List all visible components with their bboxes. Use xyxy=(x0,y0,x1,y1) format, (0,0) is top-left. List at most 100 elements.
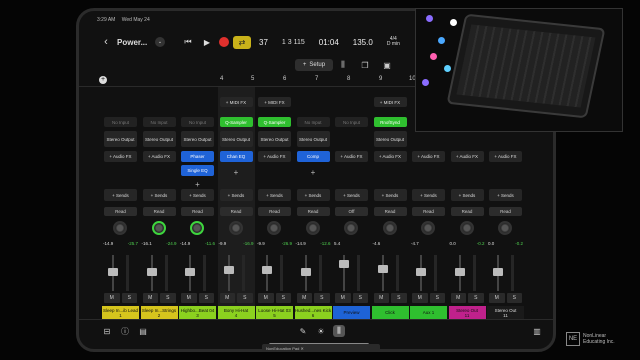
channel-name[interactable]: Aux 1 xyxy=(410,306,447,319)
solo-button[interactable]: S xyxy=(237,293,253,303)
instrument-slot[interactable]: RnofSynd xyxy=(373,117,407,127)
volume-fader[interactable] xyxy=(220,253,253,293)
add-fx-icon[interactable]: + xyxy=(181,179,214,189)
channel-name[interactable]: Preview xyxy=(333,306,370,319)
channel-strip[interactable]: No Input Stereo Output + Audio FX + Sends Re… xyxy=(102,87,139,319)
pan-knob[interactable] xyxy=(190,221,204,235)
fader-cap[interactable] xyxy=(262,266,272,275)
automation-mode[interactable]: Off xyxy=(335,207,368,216)
instrument-slot[interactable]: No Input xyxy=(104,117,137,127)
automation-mode[interactable]: Read xyxy=(412,207,445,216)
sends-button[interactable]: + Sends xyxy=(373,189,407,201)
piano-icon[interactable]: ▥ xyxy=(531,325,543,337)
channel-name[interactable]: Sleep In...ib Lead 1 xyxy=(102,306,139,319)
chevron-down-icon[interactable]: ⌄ xyxy=(155,37,165,47)
mixer-icon[interactable]: ⫼ xyxy=(333,325,345,337)
pan-knob[interactable] xyxy=(382,221,397,235)
automation-mode[interactable]: Read xyxy=(258,207,291,216)
channel-name[interactable]: Sleep In...Strings 2 xyxy=(140,306,178,319)
channel-strip[interactable]: No Input Stereo Output Comp + + Sends Read -14… xyxy=(294,87,332,319)
solo-button[interactable]: S xyxy=(391,293,407,303)
volume-fader[interactable] xyxy=(181,253,214,293)
volume-fader[interactable] xyxy=(374,253,407,293)
mute-button[interactable]: M xyxy=(450,293,466,303)
channel-strip[interactable]: + MIDI FX Q-Sampler Stereo Output Chan EQ + +… xyxy=(217,87,255,319)
channel-name[interactable]: Bony Hi-Hat 4 xyxy=(217,306,255,319)
fader-cap[interactable] xyxy=(146,268,157,277)
audio-fx-slot[interactable]: + Audio FX xyxy=(373,151,407,162)
channel-name[interactable]: Highbo...Beat 04 3 xyxy=(179,306,216,319)
pan-knob[interactable] xyxy=(228,221,243,235)
pan-knob[interactable] xyxy=(344,221,358,235)
automation-mode[interactable]: Read xyxy=(104,207,137,216)
setup-button[interactable]: + Setup xyxy=(295,59,333,71)
sends-button[interactable]: + Sends xyxy=(489,189,522,201)
instrument-slot[interactable]: No Input xyxy=(296,117,330,127)
output-slot[interactable]: Stereo Output xyxy=(373,131,407,147)
sends-button[interactable]: + Sends xyxy=(258,189,291,201)
pan-knob[interactable] xyxy=(267,221,281,235)
pan-knob[interactable] xyxy=(459,221,474,235)
browser-icon[interactable]: ▤ xyxy=(137,325,149,337)
automation-mode[interactable]: Read xyxy=(450,207,484,216)
solo-button[interactable]: S xyxy=(352,293,368,303)
pan-knob[interactable] xyxy=(421,221,435,235)
pan-knob[interactable] xyxy=(498,221,512,235)
add-fx-icon[interactable]: + xyxy=(220,167,253,177)
sends-button[interactable]: + Sends xyxy=(104,189,137,201)
volume-fader[interactable] xyxy=(489,253,522,293)
audio-fx-slot[interactable]: + Audio FX xyxy=(335,151,368,162)
output-slot[interactable]: Stereo Output xyxy=(181,131,214,147)
volume-fader[interactable] xyxy=(451,253,484,293)
channel-strip[interactable]: + MIDI FX RnofSynd Stereo Output + Audio FX… xyxy=(371,87,409,319)
cycle-icon[interactable]: ⇄ xyxy=(233,36,251,49)
volume-fader[interactable] xyxy=(143,253,176,293)
mute-button[interactable]: M xyxy=(219,293,235,303)
solo-button[interactable]: S xyxy=(121,293,137,303)
volume-fader[interactable] xyxy=(335,253,368,293)
instrument-slot[interactable]: No Input xyxy=(335,117,368,127)
fader-cap[interactable] xyxy=(300,267,311,276)
automation-mode[interactable]: Read xyxy=(181,207,214,216)
output-slot[interactable]: Stereo Output xyxy=(104,131,137,147)
pan-knob[interactable] xyxy=(305,221,320,235)
automation-mode[interactable]: Read xyxy=(373,207,407,216)
pencil-icon[interactable]: ✎ xyxy=(297,325,309,337)
sends-button[interactable]: + Sends xyxy=(412,189,445,201)
audio-fx-slot[interactable]: + Audio FX xyxy=(450,151,484,162)
solo-button[interactable]: S xyxy=(275,293,291,303)
fader-cap[interactable] xyxy=(377,264,388,273)
mute-button[interactable]: M xyxy=(142,293,158,303)
output-slot[interactable]: Stereo Output xyxy=(296,131,330,147)
audio-fx-slot[interactable]: + Audio FX xyxy=(489,151,522,162)
solo-button[interactable]: S xyxy=(160,293,176,303)
fader-cap[interactable] xyxy=(493,267,503,276)
solo-button[interactable]: S xyxy=(314,293,330,303)
mute-button[interactable]: M xyxy=(104,293,120,303)
mute-button[interactable]: M xyxy=(489,293,505,303)
midi-fx-slot[interactable]: + MIDI FX xyxy=(219,97,253,107)
sends-button[interactable]: + Sends xyxy=(335,189,368,201)
channel-strip[interactable]: + MIDI FX Q-Sampler Stereo Output + Audio F… xyxy=(256,87,293,319)
record-icon[interactable] xyxy=(219,37,229,47)
mute-button[interactable]: M xyxy=(181,293,197,303)
volume-fader[interactable] xyxy=(412,253,445,293)
automation-mode[interactable]: Read xyxy=(142,207,176,216)
sends-button[interactable]: + Sends xyxy=(181,189,214,201)
sends-button[interactable]: + Sends xyxy=(296,189,330,201)
audio-fx-slot[interactable]: + Audio FX xyxy=(258,151,291,162)
output-slot[interactable]: Stereo Output xyxy=(219,131,253,147)
play-icon[interactable]: ▶ xyxy=(201,34,213,50)
solo-button[interactable]: S xyxy=(506,293,522,303)
audio-fx-slot-2[interactable]: Single EQ xyxy=(181,165,214,176)
channel-name[interactable]: Hushed...nes Kick 6 xyxy=(294,306,332,319)
pan-knob[interactable] xyxy=(113,221,127,235)
channel-strip[interactable]: No Input Stereo Output Phaser Single EQ + + S… xyxy=(179,87,216,319)
mute-button[interactable]: M xyxy=(296,293,312,303)
add-track-icon[interactable]: + xyxy=(99,76,107,84)
instrument-slot[interactable]: No Input xyxy=(142,117,176,127)
automation-mode[interactable]: Read xyxy=(489,207,522,216)
solo-button[interactable]: S xyxy=(198,293,214,303)
mute-button[interactable]: M xyxy=(412,293,428,303)
fader-cap[interactable] xyxy=(454,267,465,276)
